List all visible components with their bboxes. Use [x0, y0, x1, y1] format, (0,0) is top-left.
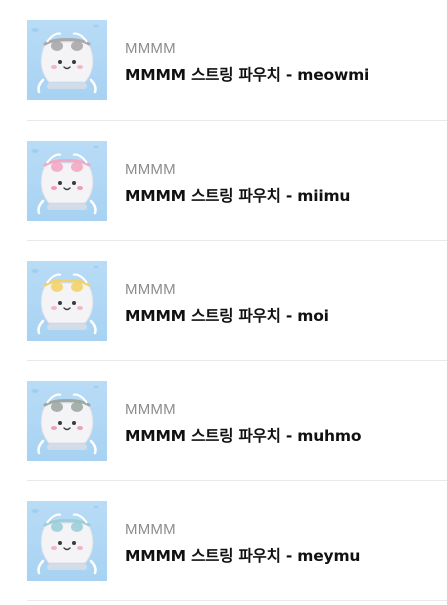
product-title[interactable]: MMMM 스트링 파우치 - meymu	[125, 546, 445, 566]
product-brand: MMMM	[125, 40, 176, 57]
pouch-illustration	[31, 505, 99, 575]
pouch-illustration	[31, 24, 99, 94]
product-thumbnail[interactable]	[27, 381, 107, 461]
product-list-item[interactable]: MMMM MMMM 스트링 파우치 - muhmo	[27, 361, 447, 481]
product-info: MMMM MMMM 스트링 파우치 - muhmo	[125, 401, 445, 446]
product-info: MMMM MMMM 스트링 파우치 - miimu	[125, 161, 445, 206]
product-brand: MMMM	[125, 161, 176, 178]
product-thumbnail[interactable]	[27, 261, 107, 341]
product-list-item[interactable]: MMMM MMMM 스트링 파우치 - meymu	[27, 481, 447, 601]
product-thumbnail[interactable]	[27, 501, 107, 581]
product-title[interactable]: MMMM 스트링 파우치 - meowmi	[125, 65, 445, 85]
product-brand: MMMM	[125, 281, 176, 298]
product-list-item[interactable]: MMMM MMMM 스트링 파우치 - meowmi	[27, 0, 447, 121]
product-title[interactable]: MMMM 스트링 파우치 - muhmo	[125, 426, 445, 446]
pouch-illustration	[31, 145, 99, 215]
pouch-illustration	[31, 385, 99, 455]
product-brand: MMMM	[125, 521, 176, 538]
product-list: MMMM MMMM 스트링 파우치 - meowmi MMMM MMMM 스트링 파…	[0, 0, 447, 601]
product-info: MMMM MMMM 스트링 파우치 - meymu	[125, 521, 445, 566]
product-thumbnail[interactable]	[27, 20, 107, 100]
pouch-illustration	[31, 265, 99, 335]
product-thumbnail[interactable]	[27, 141, 107, 221]
product-title[interactable]: MMMM 스트링 파우치 - miimu	[125, 186, 445, 206]
product-title[interactable]: MMMM 스트링 파우치 - moi	[125, 306, 445, 326]
product-info: MMMM MMMM 스트링 파우치 - meowmi	[125, 40, 445, 85]
product-info: MMMM MMMM 스트링 파우치 - moi	[125, 281, 445, 326]
product-list-item[interactable]: MMMM MMMM 스트링 파우치 - miimu	[27, 121, 447, 241]
product-list-item[interactable]: MMMM MMMM 스트링 파우치 - moi	[27, 241, 447, 361]
product-brand: MMMM	[125, 401, 176, 418]
